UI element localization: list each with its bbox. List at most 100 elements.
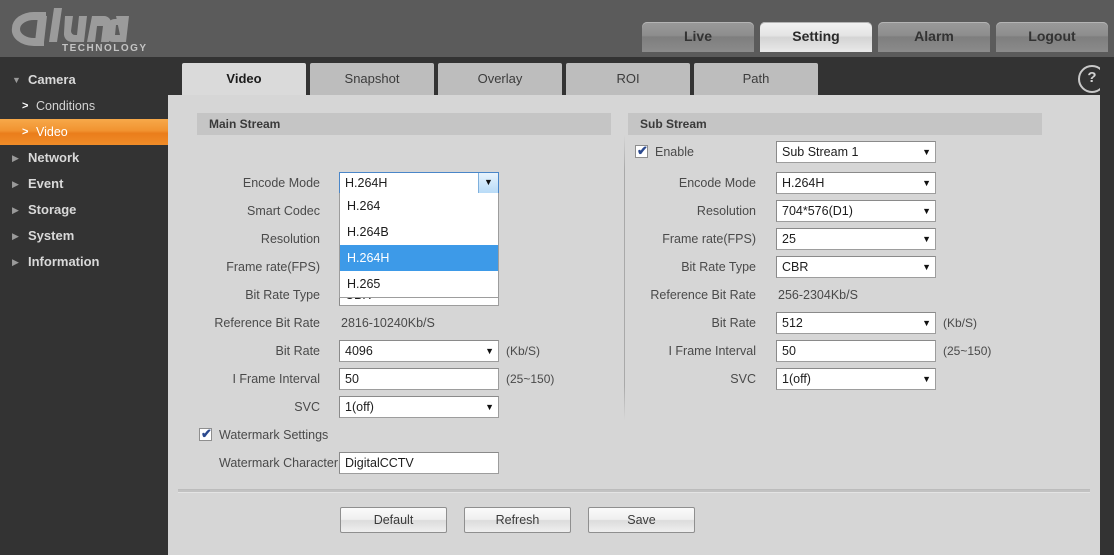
check-icon: ✔ (201, 426, 212, 441)
sidebar-item-camera[interactable]: ▼ Camera (0, 67, 168, 93)
tab-strip: Video Snapshot Overlay ROI Path ? (168, 57, 1114, 95)
tab-roi[interactable]: ROI (566, 63, 690, 95)
main-encode-mode-value: H.264H (345, 176, 388, 190)
action-buttons: Default Refresh Save (340, 507, 695, 533)
tab-video[interactable]: Video (182, 63, 306, 95)
chevron-down-icon: ▼ (922, 262, 931, 272)
main-svc-value: 1(off) (345, 400, 374, 414)
right-edge-strip (1100, 57, 1114, 555)
tab-path[interactable]: Path (694, 63, 818, 95)
dropdown-option-h264b[interactable]: H.264B (340, 219, 498, 245)
tab-list: Video Snapshot Overlay ROI Path (182, 63, 822, 95)
sub-svc-value: 1(off) (782, 372, 811, 386)
sidebar-item-information[interactable]: ▶ Information (0, 249, 168, 275)
main-reference-bit-rate-value: 2816-10240Kb/S (341, 316, 435, 330)
sub-bit-rate-value: 512 (782, 316, 803, 330)
sidebar-item-storage[interactable]: ▶ Storage (0, 197, 168, 223)
sub-svc-select[interactable]: 1(off) ▼ (776, 368, 936, 390)
save-button[interactable]: Save (588, 507, 695, 533)
sidebar-item-label: Video (36, 125, 68, 139)
nav-alarm[interactable]: Alarm (878, 22, 990, 52)
nav-setting[interactable]: Setting (760, 22, 872, 52)
dropdown-option-h264[interactable]: H.264 (340, 193, 498, 219)
sub-i-frame-interval-label: I Frame Interval (668, 344, 756, 358)
sub-stream-enable-checkbox[interactable]: ✔ (635, 143, 648, 158)
chevron-down-icon: ▼ (922, 374, 931, 384)
sub-bit-rate-type-label: Bit Rate Type (681, 260, 756, 274)
main-bit-rate-unit: (Kb/S) (506, 344, 541, 358)
sub-stream-select[interactable]: Sub Stream 1 ▼ (776, 141, 936, 163)
chevron-down-icon: ▼ (922, 178, 931, 188)
sub-bit-rate-type-value: CBR (782, 260, 809, 274)
chevron-down-icon[interactable]: ▼ (478, 173, 498, 193)
tab-overlay[interactable]: Overlay (438, 63, 562, 95)
refresh-button[interactable]: Refresh (464, 507, 571, 533)
check-icon: ✔ (637, 143, 648, 158)
sub-bit-rate-unit: (Kb/S) (943, 316, 978, 330)
triangle-right-icon: ▶ (12, 205, 19, 215)
tab-snapshot[interactable]: Snapshot (310, 63, 434, 95)
svg-text:TECHNOLOGY: TECHNOLOGY (62, 43, 148, 54)
sub-bit-rate-select[interactable]: 512 ▼ (776, 312, 936, 334)
main-i-frame-interval-range: (25~150) (506, 372, 555, 386)
chevron-down-icon: ▼ (922, 147, 931, 157)
sub-encode-mode-select[interactable]: H.264H ▼ (776, 172, 936, 194)
sub-i-frame-interval-input[interactable]: 50 (776, 340, 936, 362)
chevron-down-icon: ▼ (922, 206, 931, 216)
sub-encode-mode-label: Encode Mode (678, 176, 756, 190)
dropdown-option-h265[interactable]: H.265 (340, 271, 498, 297)
sidebar-item-video[interactable]: > Video (0, 119, 168, 145)
sidebar-item-system[interactable]: ▶ System (0, 223, 168, 249)
sub-bit-rate-type-select[interactable]: CBR ▼ (776, 256, 936, 278)
sidebar-item-network[interactable]: ▶ Network (0, 145, 168, 171)
main-reference-bit-rate-label: Reference Bit Rate (214, 316, 320, 330)
dahua-web-ui: TECHNOLOGY Live Setting Alarm Logout ▼ C… (0, 0, 1114, 555)
main-svc-select[interactable]: 1(off) ▼ (339, 396, 499, 418)
main-resolution-label: Resolution (260, 232, 320, 246)
nav-live[interactable]: Live (642, 22, 754, 52)
chevron-down-icon: ▼ (485, 346, 494, 356)
main-i-frame-interval-label: I Frame Interval (232, 372, 320, 386)
watermark-character-input[interactable]: DigitalCCTV (339, 452, 499, 474)
main-svc-label: SVC (294, 400, 320, 414)
chevron-down-icon: ▼ (485, 402, 494, 412)
watermark-settings-label: Watermark Settings (219, 428, 329, 442)
encode-mode-dropdown[interactable]: H.264 H.264B H.264H H.265 (339, 193, 499, 298)
sub-resolution-select[interactable]: 704*576(D1) ▼ (776, 200, 936, 222)
main-i-frame-interval-input[interactable]: 50 (339, 368, 499, 390)
sub-frame-rate-select[interactable]: 25 ▼ (776, 228, 936, 250)
default-button[interactable]: Default (340, 507, 447, 533)
main-bit-rate-select[interactable]: 4096 ▼ (339, 340, 499, 362)
content-area: Main Stream Sub Stream Encode Mode H.264… (168, 95, 1100, 555)
chevron-down-icon: ▼ (922, 318, 931, 328)
sub-reference-bit-rate-label: Reference Bit Rate (650, 288, 756, 302)
watermark-settings-checkbox[interactable]: ✔ (199, 426, 212, 441)
main-bit-rate-label: Bit Rate (275, 344, 320, 358)
triangle-right-icon: ▶ (12, 153, 19, 163)
app-header: TECHNOLOGY Live Setting Alarm Logout (0, 0, 1114, 57)
sidebar-item-label: Conditions (36, 99, 96, 113)
sidebar-item-label: Event (28, 176, 64, 191)
sidebar-item-event[interactable]: ▶ Event (0, 171, 168, 197)
sub-resolution-value: 704*576(D1) (782, 204, 853, 218)
sub-stream-value: Sub Stream 1 (782, 145, 859, 159)
sub-frame-rate-value: 25 (782, 232, 796, 246)
dahua-logo: TECHNOLOGY (8, 2, 168, 54)
dropdown-option-h264h[interactable]: H.264H (340, 245, 498, 271)
footer-divider (178, 489, 1090, 493)
sub-bit-rate-label: Bit Rate (711, 316, 756, 330)
sidebar-item-label: System (28, 228, 75, 243)
main-bit-rate-type-label: Bit Rate Type (245, 288, 320, 302)
sub-frame-rate-label: Frame rate(FPS) (662, 232, 756, 246)
triangle-right-icon: ▶ (12, 231, 19, 241)
sub-reference-bit-rate-value: 256-2304Kb/S (778, 288, 858, 302)
sub-stream-header: Sub Stream (628, 113, 1042, 135)
triangle-right-icon: ▶ (12, 257, 19, 267)
sidebar-item-conditions[interactable]: > Conditions (0, 93, 168, 119)
main-encode-mode-select[interactable]: H.264H ▼ (339, 172, 499, 194)
sub-svc-label: SVC (730, 372, 756, 386)
panel-divider (624, 135, 625, 420)
sidebar-item-label: Storage (28, 202, 77, 217)
nav-logout[interactable]: Logout (996, 22, 1108, 52)
sub-i-frame-interval-range: (25~150) (943, 344, 992, 358)
